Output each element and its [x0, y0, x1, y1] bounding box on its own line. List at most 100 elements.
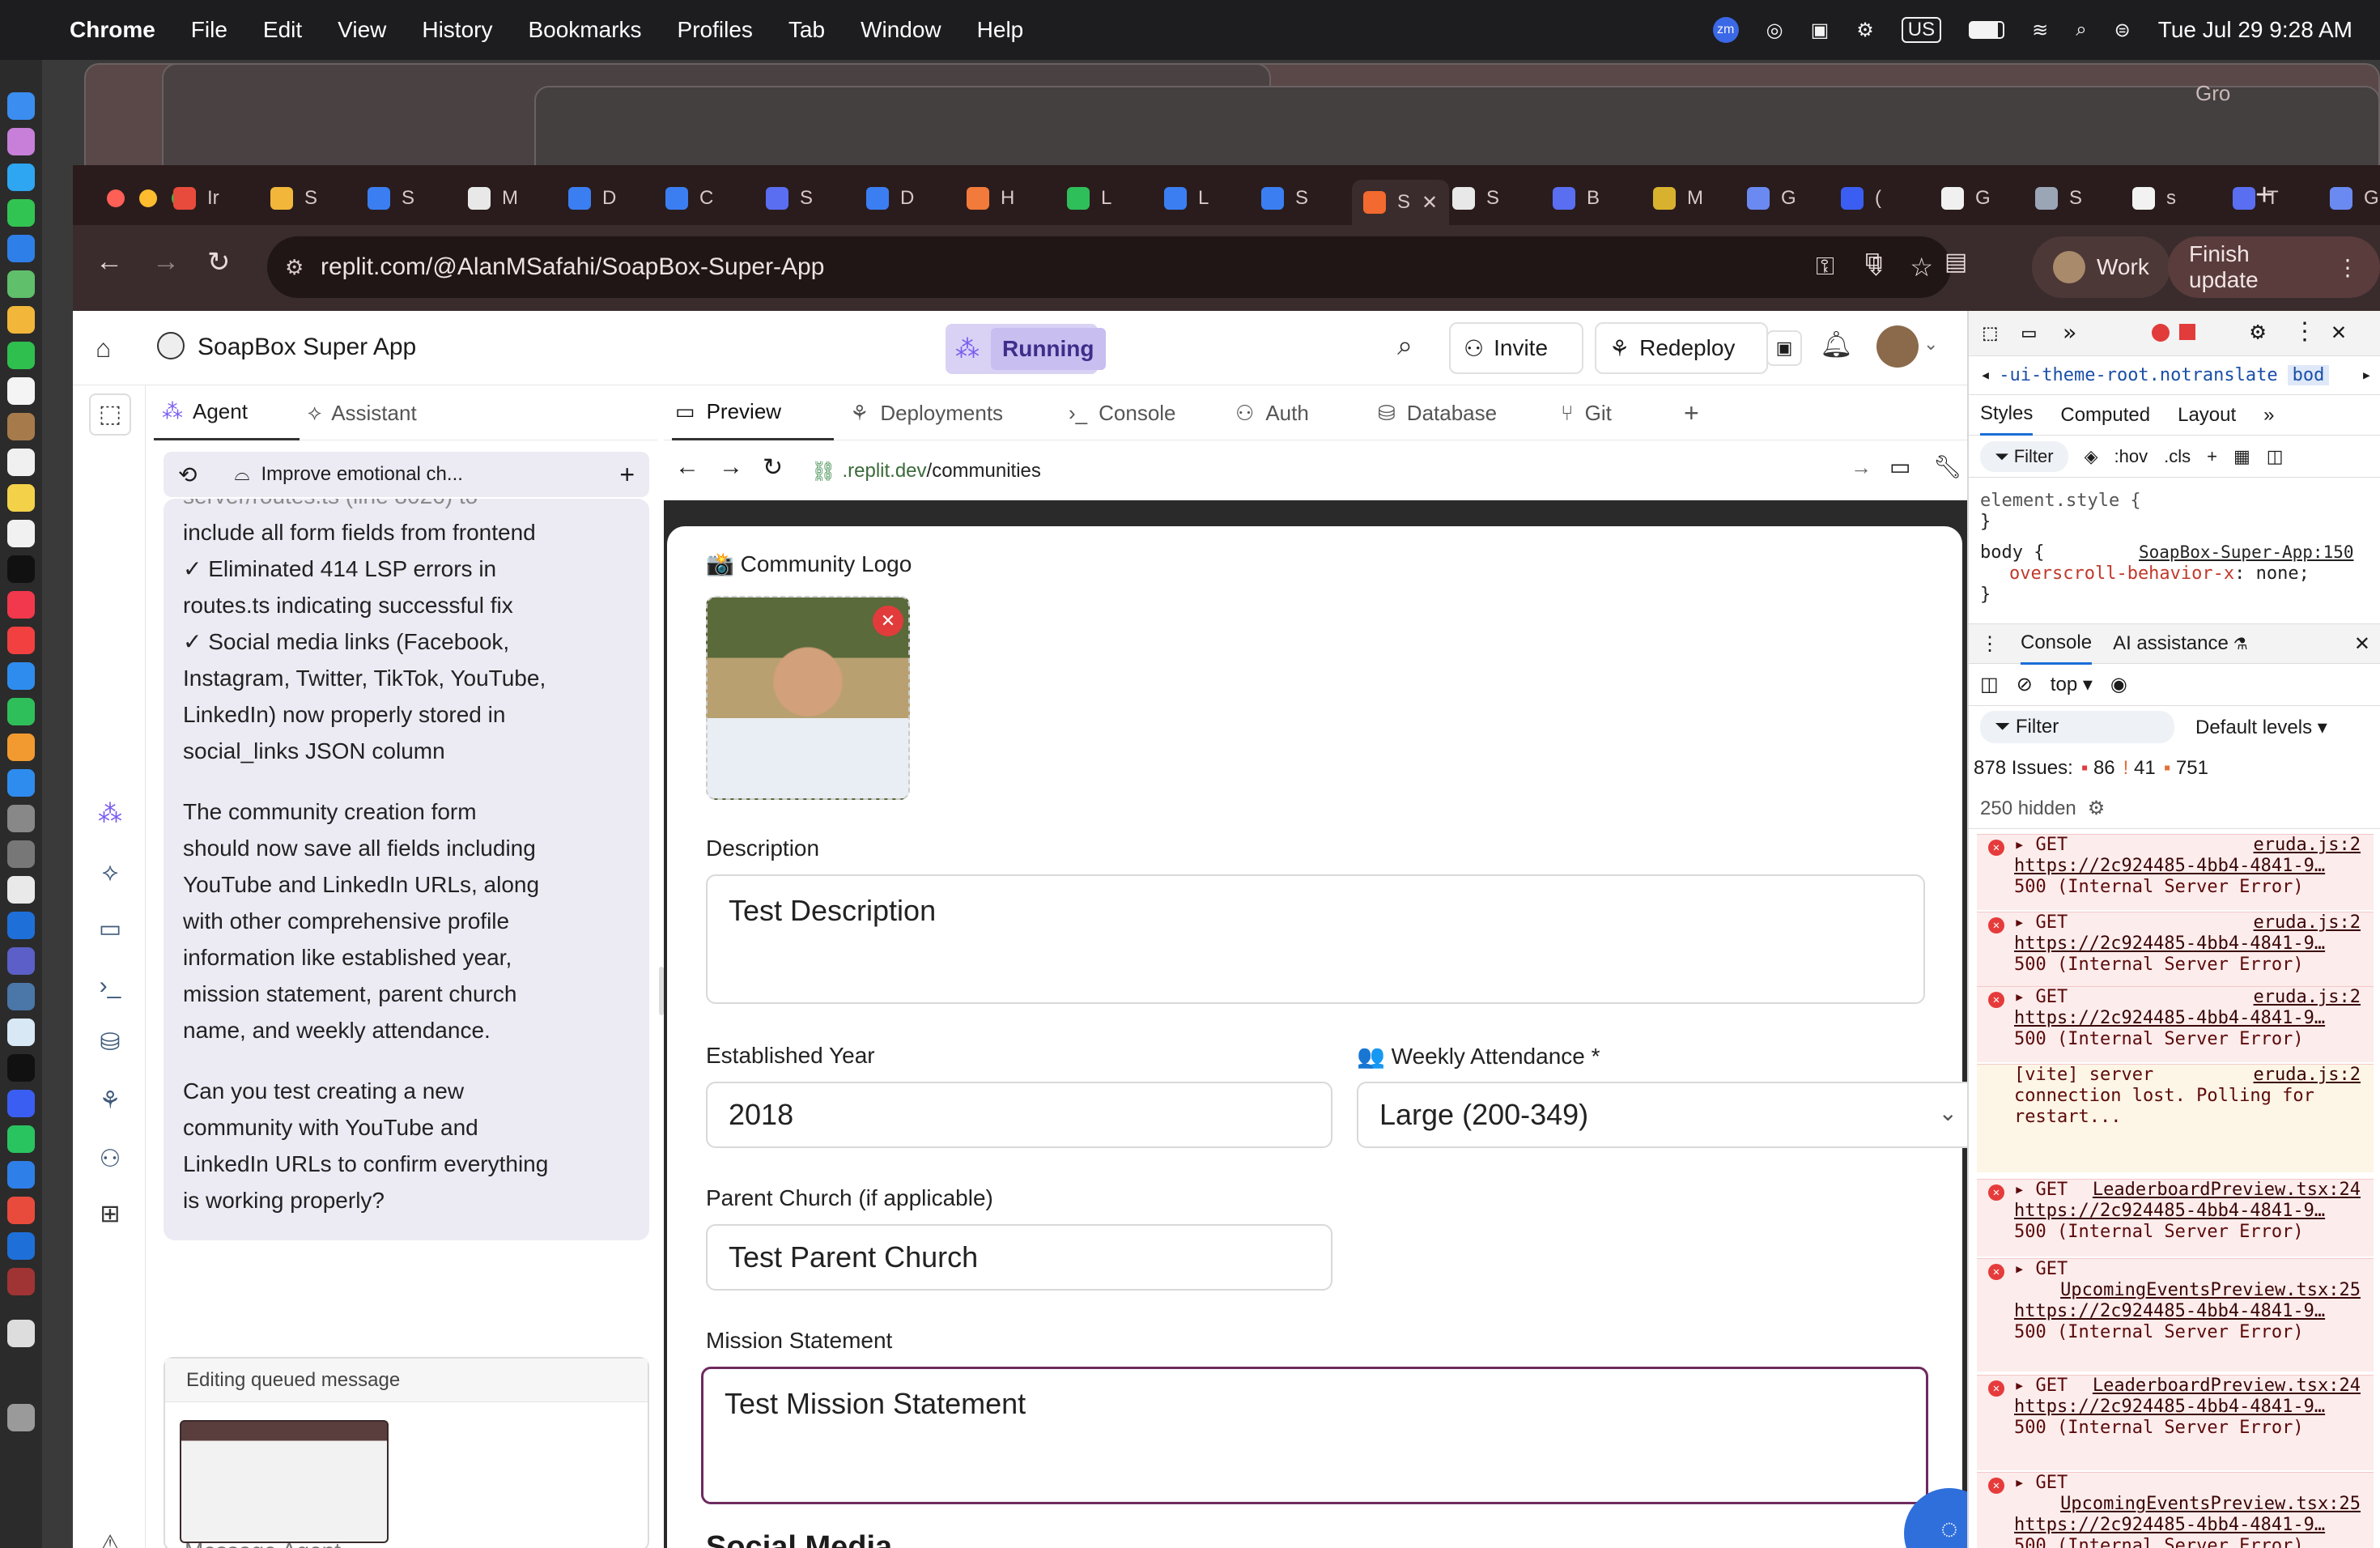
menu-edit[interactable]: Edit	[263, 17, 302, 43]
error-url[interactable]: https://2c924485-4bb4-4841-9…	[2014, 1397, 2374, 1418]
notes-icon[interactable]	[7, 484, 35, 512]
error-url-link[interactable]: https://2c924485-4bb4-4841-9…	[2014, 1397, 2325, 1417]
breadcrumb-right-icon[interactable]: ▸	[2361, 365, 2372, 385]
tab-console[interactable]: ›_ Console	[1069, 385, 1176, 440]
preview-forward-icon[interactable]: →	[719, 453, 743, 481]
assistant-icon[interactable]: ⟡	[96, 858, 125, 887]
breadcrumb-node[interactable]: -ui-theme-root.notranslate	[1999, 365, 2277, 385]
document-icon[interactable]	[7, 1320, 35, 1347]
browser-tab[interactable]: G	[1747, 180, 1796, 217]
tab-layout[interactable]: Layout	[2178, 404, 2236, 427]
tab-styles[interactable]: Styles	[1980, 394, 2034, 436]
issue-info-badge[interactable]: ▪ 751	[2164, 757, 2208, 780]
error-count-icon[interactable]	[2152, 324, 2170, 342]
numbers-icon[interactable]	[7, 698, 35, 725]
error-url-link[interactable]: https://2c924485-4bb4-4841-9…	[2014, 1515, 2325, 1535]
browser-tab[interactable]: M	[1653, 180, 1703, 217]
tab-computed[interactable]: Computed	[2060, 404, 2150, 427]
freeform-icon[interactable]	[7, 520, 35, 547]
site-info-icon[interactable]: ⚙	[285, 255, 304, 280]
browser-tab[interactable]: s	[2132, 180, 2176, 217]
queued-screenshot-thumbnail[interactable]	[180, 1420, 389, 1543]
tab-console[interactable]: Console	[2021, 623, 2093, 665]
safari-icon[interactable]	[7, 164, 35, 191]
console-warning-row[interactable]: [vite] server eruda.js:2 connection lost.…	[1977, 1064, 2374, 1172]
browser-tab[interactable]: L	[1067, 180, 1111, 217]
browser-tab[interactable]: D	[568, 180, 616, 217]
preview-icon[interactable]	[7, 1019, 35, 1046]
launchpad-icon[interactable]	[7, 128, 35, 155]
control-center-icon[interactable]: ⊜	[2114, 19, 2131, 42]
extensions-icon[interactable]: ⧉	[1865, 248, 1882, 275]
error-source-link[interactable]: UpcomingEventsPreview.tsx:25	[2060, 1280, 2361, 1301]
error-url-link[interactable]: https://2c924485-4bb4-4841-9…	[2014, 1201, 2325, 1221]
layers-icon[interactable]: ◈	[2085, 446, 2098, 467]
zoom-icon[interactable]: zm	[1712, 17, 1739, 43]
tab-preview[interactable]: ▭ Preview	[672, 385, 834, 440]
app-icon[interactable]	[7, 1090, 35, 1117]
browser-tab[interactable]: S	[1452, 180, 1499, 217]
search-icon[interactable]: ⌕	[1397, 330, 1413, 362]
css-rule-selector[interactable]: element.style {	[1980, 491, 2141, 511]
new-tab-button[interactable]: +	[2255, 178, 2273, 213]
browser-tab[interactable]: L	[1164, 180, 1209, 217]
back-icon[interactable]: ←	[96, 246, 123, 278]
issue-error-badge[interactable]: ▪ 86	[2081, 757, 2115, 780]
description-textarea[interactable]: Test Description	[706, 874, 1925, 1004]
browser-tab[interactable]: H	[967, 180, 1014, 217]
browser-tab[interactable]: S	[368, 180, 414, 217]
queued-message-box[interactable]: Editing queued message	[164, 1357, 649, 1548]
address-bar[interactable]: ⚙ replit.com/@AlanMSafahi/SoapBox-Super-…	[267, 236, 1951, 298]
deployments-icon[interactable]: ⚘	[96, 1087, 125, 1116]
close-tab-icon[interactable]: ✕	[1422, 191, 1438, 215]
browser-tab[interactable]: S	[1261, 180, 1308, 217]
error-url[interactable]: https://2c924485-4bb4-4841-9…	[2014, 1201, 2374, 1222]
outlook-icon[interactable]	[7, 912, 35, 939]
calendar-icon[interactable]	[7, 377, 35, 405]
context-select[interactable]: top ▾	[2051, 673, 2093, 696]
error-url-link[interactable]: https://2c924485-4bb4-4841-9…	[2014, 933, 2325, 954]
devtools-wrench-icon[interactable]: 🔧︎	[1933, 453, 1962, 480]
console-error-row[interactable]: ✕ ▸ GET eruda.js:2 https://2c924485-4bb4-4…	[1977, 834, 2374, 910]
profile-chip[interactable]: Work	[2032, 236, 2170, 298]
css-rule-selector[interactable]: body {	[1980, 542, 2044, 563]
css-rule-source[interactable]: SoapBox-Super-App:150	[2139, 542, 2354, 562]
menu-help[interactable]: Help	[977, 17, 1024, 43]
console-settings-icon[interactable]: ⚙	[2088, 797, 2106, 820]
bookmark-star-icon[interactable]: ☆	[1910, 252, 1933, 283]
console-icon[interactable]: ›_	[96, 972, 125, 1001]
mail-icon[interactable]	[7, 235, 35, 262]
browser-tab[interactable]: G	[2330, 180, 2379, 217]
mission-statement-textarea[interactable]: Test Mission Statement	[701, 1367, 1928, 1504]
outlook-icon[interactable]: ▣	[1811, 19, 1830, 42]
browser-tab[interactable]: D	[866, 180, 914, 217]
preview-reload-icon[interactable]: ↻	[763, 453, 783, 482]
photos-icon[interactable]	[7, 306, 35, 334]
invite-button[interactable]: ⚇ Invite	[1449, 322, 1583, 374]
error-url[interactable]: https://2c924485-4bb4-4841-9…	[2014, 856, 2374, 877]
device-toolbar-icon[interactable]: ▭	[2022, 319, 2036, 346]
console-filter-input[interactable]: ⏷ Filter	[1980, 711, 2174, 743]
close-window-button[interactable]	[107, 189, 125, 207]
close-drawer-icon[interactable]: ✕	[2354, 632, 2370, 656]
browser-tab[interactable]: S	[2035, 180, 2082, 217]
browser-tab[interactable]: C	[665, 180, 713, 217]
reload-icon[interactable]: ↻	[207, 246, 231, 279]
file-tree-icon[interactable]: ⬚	[89, 393, 131, 436]
finder-icon[interactable]	[7, 92, 35, 120]
tab-auth[interactable]: ⚇ Auth	[1235, 385, 1309, 440]
error-source-link[interactable]: eruda.js:2	[2254, 987, 2361, 1008]
redeploy-button[interactable]: ⚘ Redeploy	[1595, 322, 1768, 374]
tab-git[interactable]: ⑂ Git	[1561, 385, 1612, 440]
tab-assistant[interactable]: ⟡ Assistant	[308, 385, 417, 440]
paint-icon[interactable]: ▦	[2233, 446, 2250, 467]
console-error-row[interactable]: ✕ ▸ GET LeaderboardPreview.tsx:24 https://…	[1977, 1375, 2374, 1470]
settings-icon[interactable]	[7, 805, 35, 832]
forward-icon[interactable]: →	[152, 246, 180, 278]
menu-bookmarks[interactable]: Bookmarks	[528, 17, 641, 43]
panel-toggle-icon[interactable]: ▣	[1766, 330, 1802, 366]
more-vert-icon[interactable]: ⋮	[2293, 317, 2317, 346]
keyboard-layout[interactable]: US	[1901, 17, 1942, 43]
tab-database[interactable]: ⛁ Database	[1378, 385, 1497, 440]
new-rule-icon[interactable]: +	[2207, 446, 2217, 467]
